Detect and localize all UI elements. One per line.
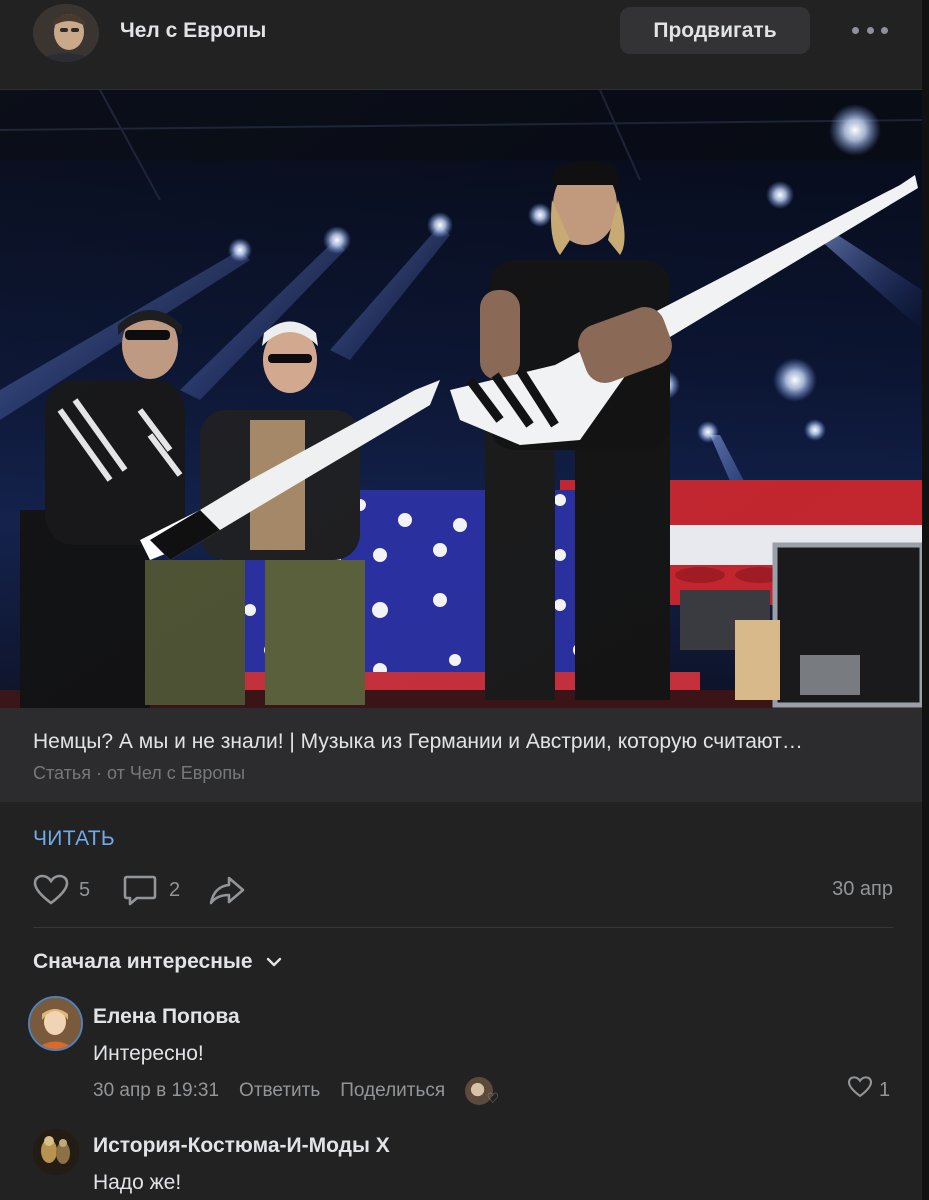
comment-date[interactable]: 30 апр в 19:31 [93,1080,219,1102]
comment-text: Интересно! [93,1042,204,1065]
post-header: Чел с Европы Продвигать [0,0,922,64]
chevron-down-icon [253,950,283,974]
post-date[interactable]: 30 апр [832,878,893,901]
read-article-link[interactable]: ЧИТАТЬ [33,827,115,851]
comment-like-count: 1 [879,1078,891,1101]
commenter-name[interactable]: Елена Попова [93,1005,240,1029]
heart-icon [847,1076,873,1104]
commenter-avatar[interactable] [33,1129,79,1175]
like-count: 5 [79,878,91,901]
author-avatar[interactable] [33,4,99,62]
comments-sort-dropdown[interactable]: Сначала интересные [33,950,283,974]
comment-button[interactable]: 2 [123,868,180,912]
comment-count: 2 [169,878,181,901]
reply-button[interactable]: Ответить [239,1080,320,1102]
commenter-name[interactable]: История-Костюма-И-Моды X [93,1134,390,1158]
heart-icon: ♡ [486,1090,500,1106]
author-name[interactable]: Чел с Европы [120,19,266,43]
share-icon [209,874,245,906]
heart-icon [33,874,69,906]
more-options-icon[interactable] [852,22,888,38]
sort-label: Сначала интересные [33,950,253,973]
post-actions: 5 2 30 апр [33,868,893,912]
share-button[interactable] [209,868,245,912]
promote-button[interactable]: Продвигать [620,7,810,54]
comment-icon [123,874,157,906]
share-comment-button[interactable]: Поделиться [340,1080,445,1102]
commenter-avatar[interactable] [28,996,83,1051]
article-title[interactable]: Немцы? А мы и не знали! | Музыка из Герм… [33,730,893,754]
article-preview[interactable]: Немцы? А мы и не знали! | Музыка из Герм… [0,708,922,802]
comment-like-button[interactable]: 1 [847,1076,890,1104]
comments-divider [33,927,893,928]
article-meta: Статья · от Чел с Европы [33,763,246,783]
article-cover-image[interactable] [0,90,922,708]
window-edge [922,0,929,1200]
post-card: Чел с Европы Продвигать Немцы? А мы и не… [0,0,922,1200]
comment-text: Надо же! [93,1171,182,1194]
comment-meta: 30 апр в 19:31 Ответить Поделиться ♡ [93,1077,499,1106]
reactor-avatar[interactable]: ♡ [465,1077,499,1106]
like-button[interactable]: 5 [33,868,90,912]
